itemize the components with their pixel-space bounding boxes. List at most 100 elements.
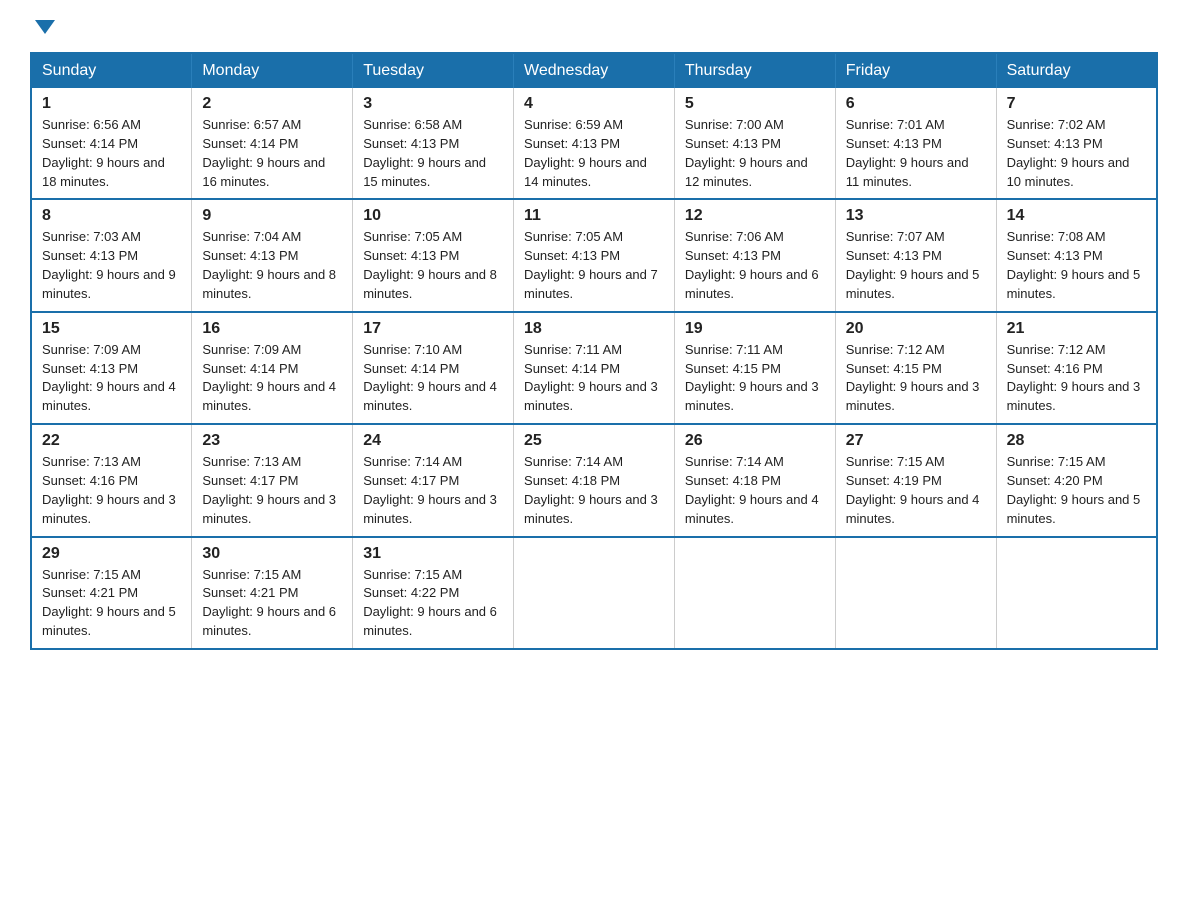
day-info: Sunrise: 6:57 AMSunset: 4:14 PMDaylight:… xyxy=(202,117,325,189)
day-number: 23 xyxy=(202,432,342,450)
calendar-day-cell: 13 Sunrise: 7:07 AMSunset: 4:13 PMDaylig… xyxy=(835,199,996,311)
calendar-week-row: 8 Sunrise: 7:03 AMSunset: 4:13 PMDayligh… xyxy=(31,199,1157,311)
weekday-header-monday: Monday xyxy=(192,53,353,88)
calendar-day-cell: 29 Sunrise: 7:15 AMSunset: 4:21 PMDaylig… xyxy=(31,537,192,649)
day-number: 27 xyxy=(846,432,986,450)
day-number: 3 xyxy=(363,95,503,113)
calendar-day-cell: 18 Sunrise: 7:11 AMSunset: 4:14 PMDaylig… xyxy=(514,312,675,424)
weekday-header-row: SundayMondayTuesdayWednesdayThursdayFrid… xyxy=(31,53,1157,88)
day-number: 8 xyxy=(42,207,181,225)
day-info: Sunrise: 7:01 AMSunset: 4:13 PMDaylight:… xyxy=(846,117,969,189)
calendar-week-row: 15 Sunrise: 7:09 AMSunset: 4:13 PMDaylig… xyxy=(31,312,1157,424)
calendar-day-cell: 6 Sunrise: 7:01 AMSunset: 4:13 PMDayligh… xyxy=(835,88,996,199)
day-info: Sunrise: 7:10 AMSunset: 4:14 PMDaylight:… xyxy=(363,342,497,414)
day-number: 30 xyxy=(202,545,342,563)
day-number: 11 xyxy=(524,207,664,225)
day-number: 20 xyxy=(846,320,986,338)
calendar-day-cell: 11 Sunrise: 7:05 AMSunset: 4:13 PMDaylig… xyxy=(514,199,675,311)
weekday-header-sunday: Sunday xyxy=(31,53,192,88)
day-info: Sunrise: 7:15 AMSunset: 4:20 PMDaylight:… xyxy=(1007,454,1141,526)
logo xyxy=(30,20,55,34)
day-number: 10 xyxy=(363,207,503,225)
day-info: Sunrise: 6:58 AMSunset: 4:13 PMDaylight:… xyxy=(363,117,486,189)
day-info: Sunrise: 7:05 AMSunset: 4:13 PMDaylight:… xyxy=(524,229,658,301)
calendar-day-cell xyxy=(674,537,835,649)
day-number: 16 xyxy=(202,320,342,338)
calendar-day-cell: 27 Sunrise: 7:15 AMSunset: 4:19 PMDaylig… xyxy=(835,424,996,536)
calendar-day-cell: 10 Sunrise: 7:05 AMSunset: 4:13 PMDaylig… xyxy=(353,199,514,311)
day-info: Sunrise: 7:15 AMSunset: 4:21 PMDaylight:… xyxy=(42,567,176,639)
day-number: 2 xyxy=(202,95,342,113)
day-info: Sunrise: 7:15 AMSunset: 4:22 PMDaylight:… xyxy=(363,567,497,639)
day-info: Sunrise: 7:11 AMSunset: 4:14 PMDaylight:… xyxy=(524,342,658,414)
day-number: 7 xyxy=(1007,95,1146,113)
calendar-day-cell: 15 Sunrise: 7:09 AMSunset: 4:13 PMDaylig… xyxy=(31,312,192,424)
day-info: Sunrise: 7:14 AMSunset: 4:17 PMDaylight:… xyxy=(363,454,497,526)
calendar-day-cell xyxy=(514,537,675,649)
day-info: Sunrise: 7:14 AMSunset: 4:18 PMDaylight:… xyxy=(524,454,658,526)
calendar-day-cell xyxy=(835,537,996,649)
day-number: 12 xyxy=(685,207,825,225)
calendar-day-cell: 28 Sunrise: 7:15 AMSunset: 4:20 PMDaylig… xyxy=(996,424,1157,536)
day-number: 22 xyxy=(42,432,181,450)
logo-arrow-icon xyxy=(35,20,55,34)
day-info: Sunrise: 7:00 AMSunset: 4:13 PMDaylight:… xyxy=(685,117,808,189)
calendar-day-cell: 7 Sunrise: 7:02 AMSunset: 4:13 PMDayligh… xyxy=(996,88,1157,199)
calendar-day-cell: 12 Sunrise: 7:06 AMSunset: 4:13 PMDaylig… xyxy=(674,199,835,311)
page-header xyxy=(30,20,1158,34)
day-info: Sunrise: 7:15 AMSunset: 4:21 PMDaylight:… xyxy=(202,567,336,639)
day-number: 17 xyxy=(363,320,503,338)
day-info: Sunrise: 6:59 AMSunset: 4:13 PMDaylight:… xyxy=(524,117,647,189)
calendar-day-cell: 19 Sunrise: 7:11 AMSunset: 4:15 PMDaylig… xyxy=(674,312,835,424)
calendar-week-row: 22 Sunrise: 7:13 AMSunset: 4:16 PMDaylig… xyxy=(31,424,1157,536)
weekday-header-tuesday: Tuesday xyxy=(353,53,514,88)
day-info: Sunrise: 7:03 AMSunset: 4:13 PMDaylight:… xyxy=(42,229,176,301)
calendar-week-row: 1 Sunrise: 6:56 AMSunset: 4:14 PMDayligh… xyxy=(31,88,1157,199)
day-number: 18 xyxy=(524,320,664,338)
day-info: Sunrise: 7:13 AMSunset: 4:16 PMDaylight:… xyxy=(42,454,176,526)
calendar-day-cell: 2 Sunrise: 6:57 AMSunset: 4:14 PMDayligh… xyxy=(192,88,353,199)
day-info: Sunrise: 7:15 AMSunset: 4:19 PMDaylight:… xyxy=(846,454,980,526)
weekday-header-thursday: Thursday xyxy=(674,53,835,88)
calendar-day-cell xyxy=(996,537,1157,649)
day-info: Sunrise: 7:06 AMSunset: 4:13 PMDaylight:… xyxy=(685,229,819,301)
calendar-day-cell: 3 Sunrise: 6:58 AMSunset: 4:13 PMDayligh… xyxy=(353,88,514,199)
day-info: Sunrise: 7:09 AMSunset: 4:13 PMDaylight:… xyxy=(42,342,176,414)
weekday-header-saturday: Saturday xyxy=(996,53,1157,88)
day-info: Sunrise: 7:02 AMSunset: 4:13 PMDaylight:… xyxy=(1007,117,1130,189)
logo-text xyxy=(30,20,55,34)
calendar-day-cell: 23 Sunrise: 7:13 AMSunset: 4:17 PMDaylig… xyxy=(192,424,353,536)
calendar-day-cell: 25 Sunrise: 7:14 AMSunset: 4:18 PMDaylig… xyxy=(514,424,675,536)
day-info: Sunrise: 7:07 AMSunset: 4:13 PMDaylight:… xyxy=(846,229,980,301)
calendar-day-cell: 4 Sunrise: 6:59 AMSunset: 4:13 PMDayligh… xyxy=(514,88,675,199)
calendar-day-cell: 9 Sunrise: 7:04 AMSunset: 4:13 PMDayligh… xyxy=(192,199,353,311)
day-number: 19 xyxy=(685,320,825,338)
calendar-day-cell: 17 Sunrise: 7:10 AMSunset: 4:14 PMDaylig… xyxy=(353,312,514,424)
day-info: Sunrise: 7:12 AMSunset: 4:16 PMDaylight:… xyxy=(1007,342,1141,414)
calendar-day-cell: 31 Sunrise: 7:15 AMSunset: 4:22 PMDaylig… xyxy=(353,537,514,649)
weekday-header-friday: Friday xyxy=(835,53,996,88)
calendar-day-cell: 24 Sunrise: 7:14 AMSunset: 4:17 PMDaylig… xyxy=(353,424,514,536)
calendar-day-cell: 8 Sunrise: 7:03 AMSunset: 4:13 PMDayligh… xyxy=(31,199,192,311)
day-info: Sunrise: 6:56 AMSunset: 4:14 PMDaylight:… xyxy=(42,117,165,189)
day-number: 15 xyxy=(42,320,181,338)
calendar-day-cell: 22 Sunrise: 7:13 AMSunset: 4:16 PMDaylig… xyxy=(31,424,192,536)
day-info: Sunrise: 7:09 AMSunset: 4:14 PMDaylight:… xyxy=(202,342,336,414)
day-number: 1 xyxy=(42,95,181,113)
calendar-day-cell: 14 Sunrise: 7:08 AMSunset: 4:13 PMDaylig… xyxy=(996,199,1157,311)
day-number: 24 xyxy=(363,432,503,450)
day-info: Sunrise: 7:04 AMSunset: 4:13 PMDaylight:… xyxy=(202,229,336,301)
day-info: Sunrise: 7:13 AMSunset: 4:17 PMDaylight:… xyxy=(202,454,336,526)
calendar-day-cell: 16 Sunrise: 7:09 AMSunset: 4:14 PMDaylig… xyxy=(192,312,353,424)
day-number: 25 xyxy=(524,432,664,450)
day-info: Sunrise: 7:11 AMSunset: 4:15 PMDaylight:… xyxy=(685,342,819,414)
day-number: 21 xyxy=(1007,320,1146,338)
day-number: 14 xyxy=(1007,207,1146,225)
day-number: 5 xyxy=(685,95,825,113)
calendar-day-cell: 30 Sunrise: 7:15 AMSunset: 4:21 PMDaylig… xyxy=(192,537,353,649)
calendar-day-cell: 21 Sunrise: 7:12 AMSunset: 4:16 PMDaylig… xyxy=(996,312,1157,424)
day-info: Sunrise: 7:08 AMSunset: 4:13 PMDaylight:… xyxy=(1007,229,1141,301)
day-number: 13 xyxy=(846,207,986,225)
weekday-header-wednesday: Wednesday xyxy=(514,53,675,88)
calendar-week-row: 29 Sunrise: 7:15 AMSunset: 4:21 PMDaylig… xyxy=(31,537,1157,649)
